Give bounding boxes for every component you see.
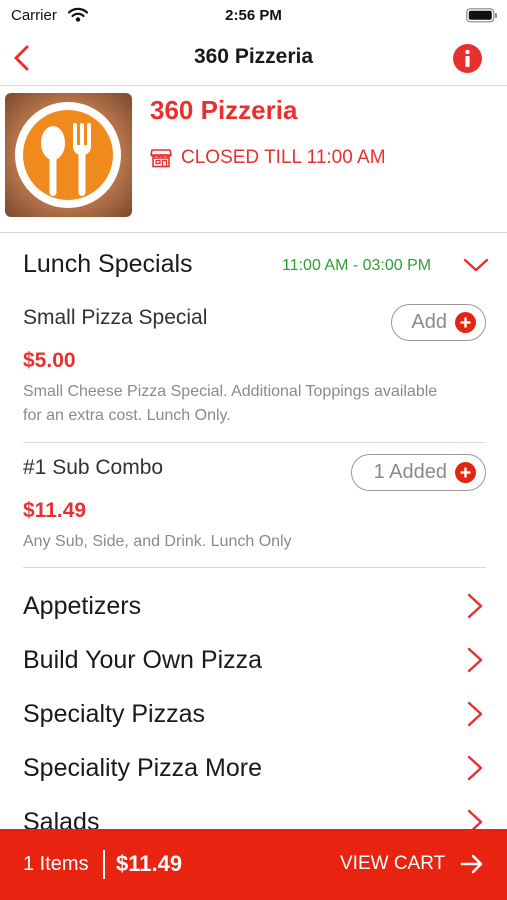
category-row[interactable]: Speciality Pizza More [0, 740, 507, 794]
item-price: $11.49 [23, 499, 87, 522]
cart-separator [103, 850, 105, 879]
store-icon [150, 149, 172, 168]
cart-total: $11.49 [116, 851, 183, 876]
item-name: #1 Sub Combo [23, 456, 164, 479]
category-label: Specialty Pizzas [23, 700, 206, 728]
category-row[interactable]: Appetizers [0, 578, 507, 632]
chevron-right-icon [467, 701, 483, 727]
cart-item-count: 1 Items [23, 853, 89, 875]
chevron-right-icon [467, 593, 483, 619]
category-label: Speciality Pizza More [23, 754, 262, 782]
category-row[interactable]: Specialty Pizzas [0, 686, 507, 740]
chevron-right-icon [467, 755, 483, 781]
item-description: Any Sub, Side, and Drink. Lunch Only [23, 533, 292, 550]
view-cart-label: VIEW CART [340, 853, 446, 874]
restaurant-name: 360 Pizzeria [150, 95, 298, 125]
view-cart-bar[interactable]: 1 Items $11.49 VIEW CART [0, 829, 507, 900]
item-name: Small Pizza Special [23, 306, 208, 329]
chevron-right-icon [467, 647, 483, 673]
add-button[interactable]: 1 Added [351, 454, 486, 491]
item-price: $5.00 [23, 349, 76, 372]
add-button[interactable]: Add [391, 304, 486, 341]
restaurant-logo [5, 93, 132, 217]
category-label: Build Your Own Pizza [23, 646, 263, 674]
add-button-label: Add [411, 311, 447, 333]
menu-item[interactable]: #1 Sub Combo 1 Added $11.49 Any Sub, Sid… [0, 450, 507, 565]
status-time: 2:56 PM [225, 7, 282, 24]
battery-icon [466, 8, 497, 23]
category-label: Appetizers [23, 592, 142, 620]
plus-icon [455, 312, 476, 333]
item-description: Small Cheese Pizza Special. Additional T… [23, 383, 438, 424]
divider [23, 567, 486, 568]
section-title[interactable]: Lunch Specials [23, 250, 193, 279]
category-row[interactable]: Build Your Own Pizza [0, 632, 507, 686]
chevron-down-icon[interactable] [463, 257, 489, 273]
page-title: 360 Pizzeria [193, 45, 314, 68]
status-bar: Carrier 2:56 PM [0, 0, 507, 30]
arrow-right-icon [460, 854, 483, 874]
section-hours: 11:00 AM - 03:00 PM [282, 257, 432, 274]
divider [23, 442, 486, 443]
nav-bar: 360 Pizzeria [0, 30, 507, 86]
menu-item[interactable]: Small Pizza Special Add $5.00 Small Chee… [0, 300, 507, 440]
restaurant-status: CLOSED TILL 11:00 AM [181, 147, 386, 168]
add-button-label: 1 Added [373, 461, 447, 483]
info-icon[interactable] [453, 44, 482, 73]
restaurant-header: 360 Pizzeria CLOSED TILL 11:00 AM [0, 87, 507, 233]
plus-icon [455, 462, 476, 483]
